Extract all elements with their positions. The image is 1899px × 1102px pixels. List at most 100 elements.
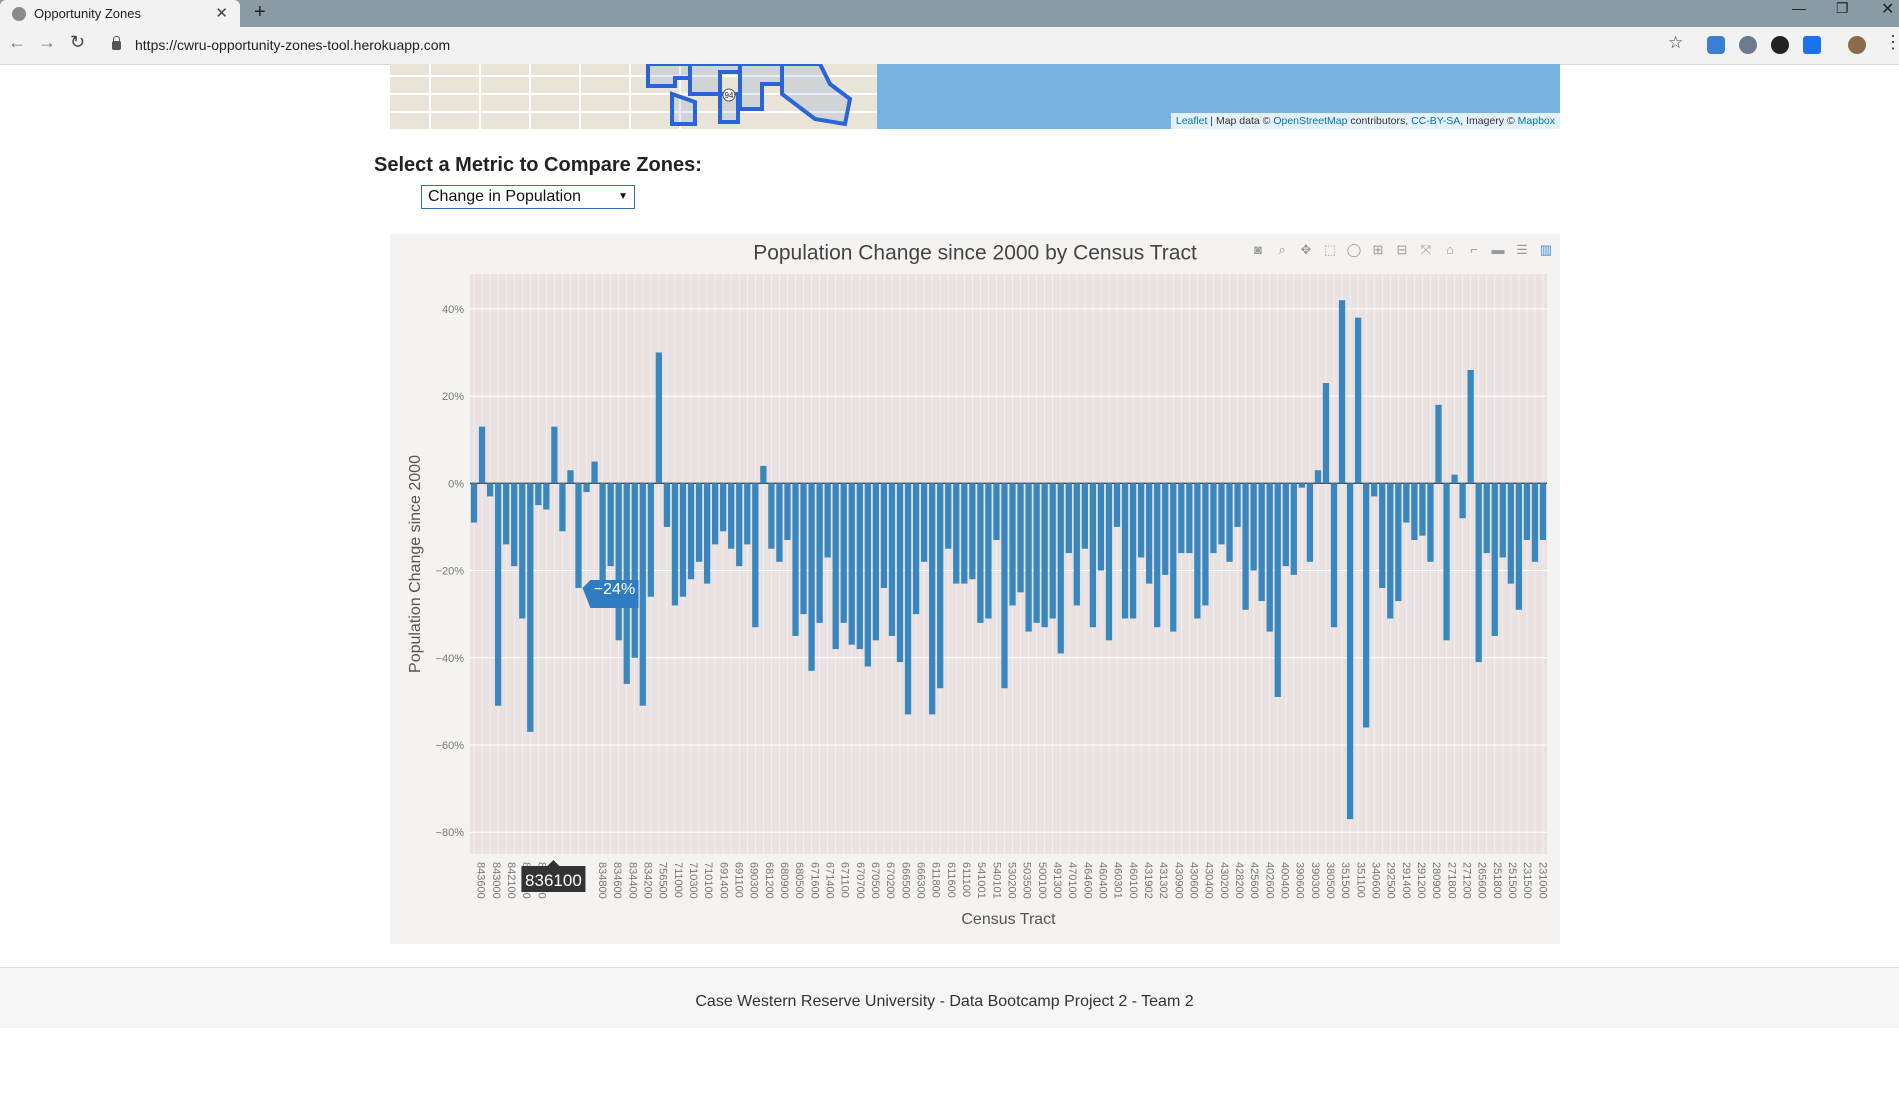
bar[interactable] (1073, 483, 1080, 606)
bar[interactable] (1322, 383, 1330, 484)
bar[interactable] (961, 483, 968, 584)
forward-icon[interactable]: → (38, 32, 56, 53)
bar[interactable] (1081, 483, 1088, 549)
bar[interactable] (1379, 483, 1386, 588)
bar[interactable] (1515, 483, 1523, 610)
bar[interactable] (511, 483, 518, 567)
bar[interactable] (800, 483, 807, 615)
bar[interactable] (1258, 483, 1265, 602)
bar[interactable] (848, 483, 855, 645)
bar[interactable] (1443, 483, 1450, 641)
bar[interactable] (1105, 483, 1113, 641)
bar[interactable] (1113, 483, 1121, 527)
bar[interactable] (712, 483, 719, 545)
bar[interactable] (1057, 483, 1064, 654)
bar[interactable] (1025, 483, 1032, 632)
bar[interactable] (1363, 483, 1370, 728)
bar[interactable] (1483, 483, 1490, 554)
bar[interactable] (1121, 483, 1129, 619)
bar[interactable] (1330, 483, 1338, 628)
bar[interactable] (720, 483, 727, 532)
browser-tab[interactable]: Opportunity Zones ✕ (0, 0, 240, 27)
bar[interactable] (583, 483, 590, 493)
bar[interactable] (1017, 483, 1024, 593)
bar[interactable] (1507, 483, 1514, 584)
bar[interactable] (527, 483, 534, 732)
bar[interactable] (880, 483, 888, 588)
bar[interactable] (1467, 369, 1474, 484)
minimize-icon[interactable]: — (1792, 0, 1806, 16)
bar[interactable] (1178, 483, 1185, 554)
bar[interactable] (567, 470, 574, 484)
new-tab-icon[interactable]: + (254, 1, 266, 24)
bar[interactable] (1202, 483, 1209, 606)
bar[interactable] (1395, 483, 1402, 602)
bar[interactable] (1154, 483, 1161, 628)
bar[interactable] (744, 483, 751, 545)
osm-link[interactable]: OpenStreetMap (1273, 115, 1347, 127)
leaflet-link[interactable]: Leaflet (1176, 115, 1208, 127)
bar[interactable] (1137, 483, 1145, 558)
bar[interactable] (1194, 483, 1201, 619)
bar[interactable] (1250, 483, 1257, 571)
bar[interactable] (1218, 483, 1225, 545)
bar[interactable] (543, 483, 550, 510)
bar[interactable] (784, 483, 791, 541)
bar[interactable] (1306, 483, 1314, 562)
bar[interactable] (1009, 483, 1016, 606)
bar[interactable] (896, 483, 904, 663)
dropbox-icon[interactable] (1803, 36, 1821, 54)
bar[interactable] (816, 483, 823, 623)
bar[interactable] (679, 483, 687, 597)
bar[interactable] (631, 483, 638, 658)
bar[interactable] (792, 483, 799, 636)
bookmark-star-icon[interactable]: ☆ (1668, 33, 1683, 53)
bar[interactable] (575, 483, 582, 588)
close-tab-icon[interactable]: ✕ (215, 4, 228, 22)
bar[interactable] (904, 483, 912, 715)
bar[interactable] (1129, 483, 1137, 619)
bar[interactable] (1346, 483, 1354, 820)
restore-icon[interactable]: ❐ (1836, 0, 1849, 17)
bar[interactable] (760, 465, 767, 484)
bar[interactable] (1274, 483, 1281, 698)
bar[interactable] (888, 483, 896, 636)
bar[interactable] (912, 483, 920, 615)
bar[interactable] (591, 461, 598, 484)
bar[interactable] (1065, 483, 1072, 554)
bar[interactable] (736, 483, 743, 567)
bar[interactable] (969, 483, 976, 580)
bar[interactable] (1266, 483, 1273, 632)
extension-dark-icon[interactable] (1771, 36, 1789, 54)
bar[interactable] (1427, 483, 1434, 562)
bar[interactable] (1162, 483, 1169, 575)
bar[interactable] (1298, 483, 1305, 488)
bar[interactable] (1146, 483, 1153, 584)
bar[interactable] (478, 426, 486, 484)
bar[interactable] (535, 483, 542, 506)
bar[interactable] (752, 483, 759, 628)
bar[interactable] (1089, 483, 1097, 628)
menu-kebab-icon[interactable]: ⋮ (1884, 32, 1899, 53)
url-text[interactable]: https://cwru-opportunity-zones-tool.hero… (135, 37, 450, 53)
bar[interactable] (470, 483, 478, 523)
bar[interactable] (977, 483, 984, 623)
bar[interactable] (663, 483, 671, 527)
bar[interactable] (494, 483, 502, 706)
bar[interactable] (1033, 483, 1040, 623)
bar[interactable] (872, 483, 880, 641)
bar[interactable] (503, 483, 510, 545)
bar[interactable] (993, 483, 1000, 541)
bar[interactable] (1354, 317, 1362, 484)
bar[interactable] (937, 483, 944, 689)
bar[interactable] (671, 483, 679, 606)
bar[interactable] (1523, 483, 1531, 541)
map[interactable]: 94 Leaflet | Map data © OpenStreetMap co… (390, 64, 1560, 129)
bar[interactable] (1049, 483, 1056, 619)
address-bar[interactable]: https://cwru-opportunity-zones-tool.hero… (112, 32, 450, 58)
extension-cloud-icon[interactable] (1707, 36, 1725, 54)
bar[interactable] (607, 483, 614, 567)
bar[interactable] (985, 483, 992, 619)
bar[interactable] (615, 483, 622, 641)
bar[interactable] (1475, 483, 1482, 663)
